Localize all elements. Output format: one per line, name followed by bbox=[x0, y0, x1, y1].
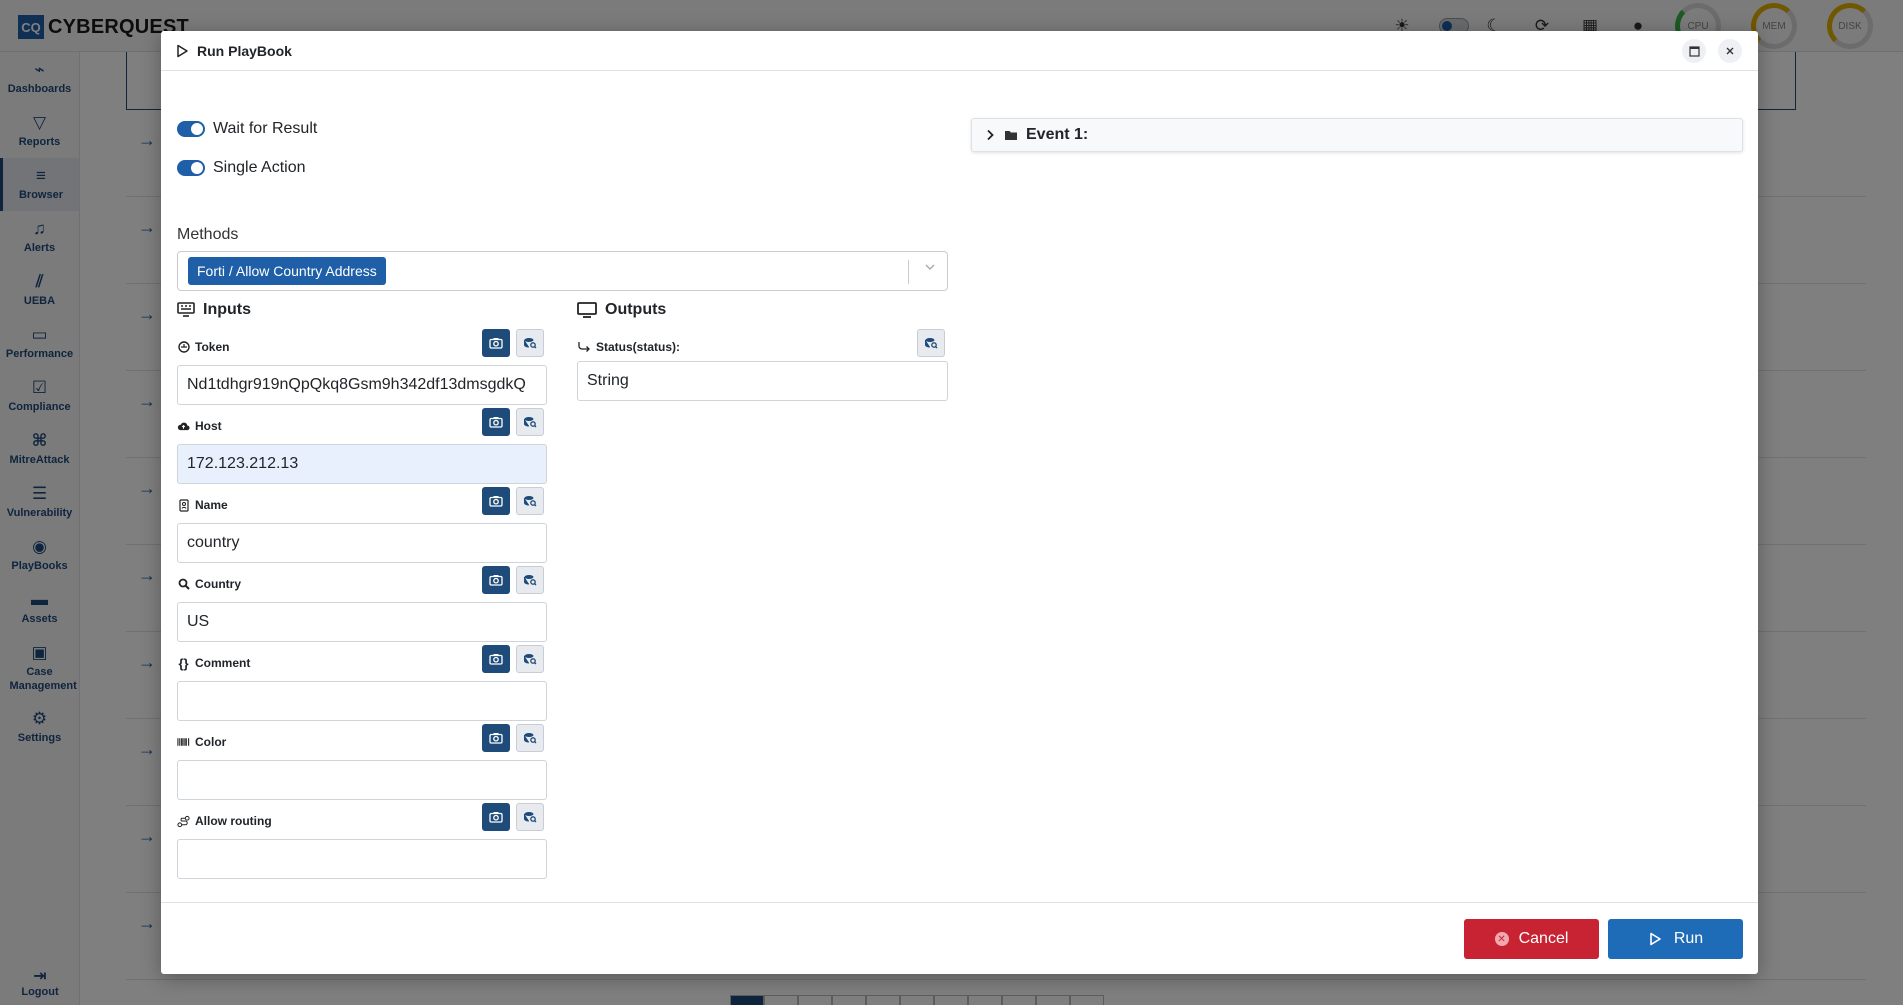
event-accordion[interactable]: Event 1: bbox=[971, 118, 1743, 152]
color-camera-button[interactable] bbox=[482, 724, 510, 752]
switch-on[interactable] bbox=[177, 121, 205, 137]
comment-input[interactable] bbox=[177, 681, 547, 721]
maximize-icon bbox=[1688, 45, 1700, 57]
comment-label: {} Comment bbox=[177, 655, 251, 671]
allow-routing-camera-button[interactable] bbox=[482, 803, 510, 831]
name-label: Name bbox=[177, 498, 228, 512]
token-icon bbox=[177, 341, 190, 354]
color-input[interactable] bbox=[177, 760, 547, 800]
run-label: Run bbox=[1673, 930, 1704, 947]
token-camera-button[interactable] bbox=[482, 329, 510, 357]
close-icon bbox=[1726, 47, 1734, 55]
name-database-button[interactable] bbox=[516, 487, 544, 515]
play-icon bbox=[1650, 932, 1661, 946]
token-label: Token bbox=[177, 340, 229, 354]
database-search-icon bbox=[524, 575, 537, 586]
camera-icon bbox=[489, 812, 503, 823]
keyboard-icon bbox=[177, 302, 195, 317]
modal-footer: ✕ Cancel Run bbox=[161, 902, 1758, 974]
output-label-text: Status(status): bbox=[596, 340, 681, 354]
folder-icon bbox=[1005, 131, 1017, 140]
field-label-text: Country bbox=[195, 577, 241, 591]
run-button[interactable]: Run bbox=[1608, 919, 1743, 959]
switch-on[interactable] bbox=[177, 160, 205, 176]
field-label-text: Comment bbox=[195, 656, 251, 670]
country-camera-button[interactable] bbox=[482, 566, 510, 594]
database-search-icon bbox=[524, 417, 537, 428]
monitor-icon bbox=[577, 302, 597, 318]
token-input[interactable]: Nd1tdhgr919nQpQkq8Gsm9h342df13dmsgdkQ bbox=[177, 365, 547, 405]
database-search-icon bbox=[524, 338, 537, 349]
database-search-icon bbox=[524, 812, 537, 823]
modal-title: Run PlayBook bbox=[197, 42, 292, 59]
allow-routing-input[interactable] bbox=[177, 839, 547, 879]
field-label-text: Host bbox=[195, 419, 222, 433]
comment-camera-button[interactable] bbox=[482, 645, 510, 673]
return-arrow-icon bbox=[577, 341, 591, 353]
color-label: Color bbox=[177, 735, 226, 749]
close-button[interactable] bbox=[1718, 39, 1742, 63]
host-database-button[interactable] bbox=[516, 408, 544, 436]
id-badge-icon bbox=[177, 498, 190, 512]
camera-icon bbox=[489, 654, 503, 665]
camera-icon bbox=[489, 575, 503, 586]
wait-for-result-label: Wait for Result bbox=[213, 120, 318, 137]
modal-header: Run PlayBook bbox=[161, 31, 1758, 71]
status-output-label: Status(status): bbox=[577, 340, 680, 354]
search-icon bbox=[177, 578, 190, 591]
field-label-text: Token bbox=[195, 340, 230, 354]
field-label-text: Color bbox=[195, 735, 227, 749]
camera-icon bbox=[489, 733, 503, 744]
status-output-input[interactable]: String bbox=[577, 361, 948, 401]
chevron-down-icon[interactable] bbox=[925, 262, 935, 272]
cancel-button[interactable]: ✕ Cancel bbox=[1464, 919, 1599, 959]
comment-database-button[interactable] bbox=[516, 645, 544, 673]
methods-label: Methods bbox=[177, 226, 239, 243]
token-database-button[interactable] bbox=[516, 329, 544, 357]
single-action-toggle[interactable]: Single Action bbox=[177, 159, 306, 177]
run-playbook-modal: Run PlayBook Wait for Result Single Acti… bbox=[161, 31, 1758, 974]
country-label: Country bbox=[177, 577, 241, 591]
maximize-button[interactable] bbox=[1682, 39, 1706, 63]
single-action-label: Single Action bbox=[213, 159, 306, 176]
select-separator bbox=[908, 260, 909, 284]
chevron-right-icon[interactable] bbox=[984, 129, 996, 141]
host-input[interactable]: 172.123.212.13 bbox=[177, 444, 547, 484]
inputs-title: Inputs bbox=[203, 301, 251, 318]
camera-icon bbox=[489, 417, 503, 428]
database-search-icon bbox=[925, 338, 938, 349]
cloud-upload-icon bbox=[177, 420, 190, 433]
allow-routing-database-button[interactable] bbox=[516, 803, 544, 831]
braces-icon: {} bbox=[178, 655, 189, 671]
methods-select[interactable]: Forti / Allow Country Address bbox=[177, 251, 948, 291]
field-label-text: Name bbox=[195, 498, 228, 512]
name-camera-button[interactable] bbox=[482, 487, 510, 515]
country-database-button[interactable] bbox=[516, 566, 544, 594]
host-camera-button[interactable] bbox=[482, 408, 510, 436]
play-icon bbox=[177, 44, 188, 57]
modal-body: Wait for Result Single Action Methods Fo… bbox=[161, 71, 1758, 879]
allow-routing-label: Allow routing bbox=[177, 814, 272, 828]
x-circle-icon: ✕ bbox=[1494, 932, 1509, 946]
method-tag[interactable]: Forti / Allow Country Address bbox=[188, 257, 386, 285]
event-label: Event 1: bbox=[1026, 126, 1089, 143]
country-input[interactable]: US bbox=[177, 602, 547, 642]
outputs-header: Outputs bbox=[577, 301, 666, 319]
host-label: Host bbox=[177, 419, 222, 433]
route-icon bbox=[177, 815, 190, 828]
database-search-icon bbox=[524, 496, 537, 507]
status-database-button[interactable] bbox=[917, 329, 945, 357]
database-search-icon bbox=[524, 733, 537, 744]
camera-icon bbox=[489, 338, 503, 349]
name-input[interactable]: country bbox=[177, 523, 547, 563]
barcode-icon bbox=[177, 736, 190, 749]
cancel-label: Cancel bbox=[1518, 930, 1569, 947]
wait-for-result-toggle[interactable]: Wait for Result bbox=[177, 120, 317, 138]
outputs-title: Outputs bbox=[605, 301, 667, 318]
inputs-header: Inputs bbox=[177, 301, 251, 319]
field-label-text: Allow routing bbox=[195, 814, 272, 828]
camera-icon bbox=[489, 496, 503, 507]
database-search-icon bbox=[524, 654, 537, 665]
color-database-button[interactable] bbox=[516, 724, 544, 752]
